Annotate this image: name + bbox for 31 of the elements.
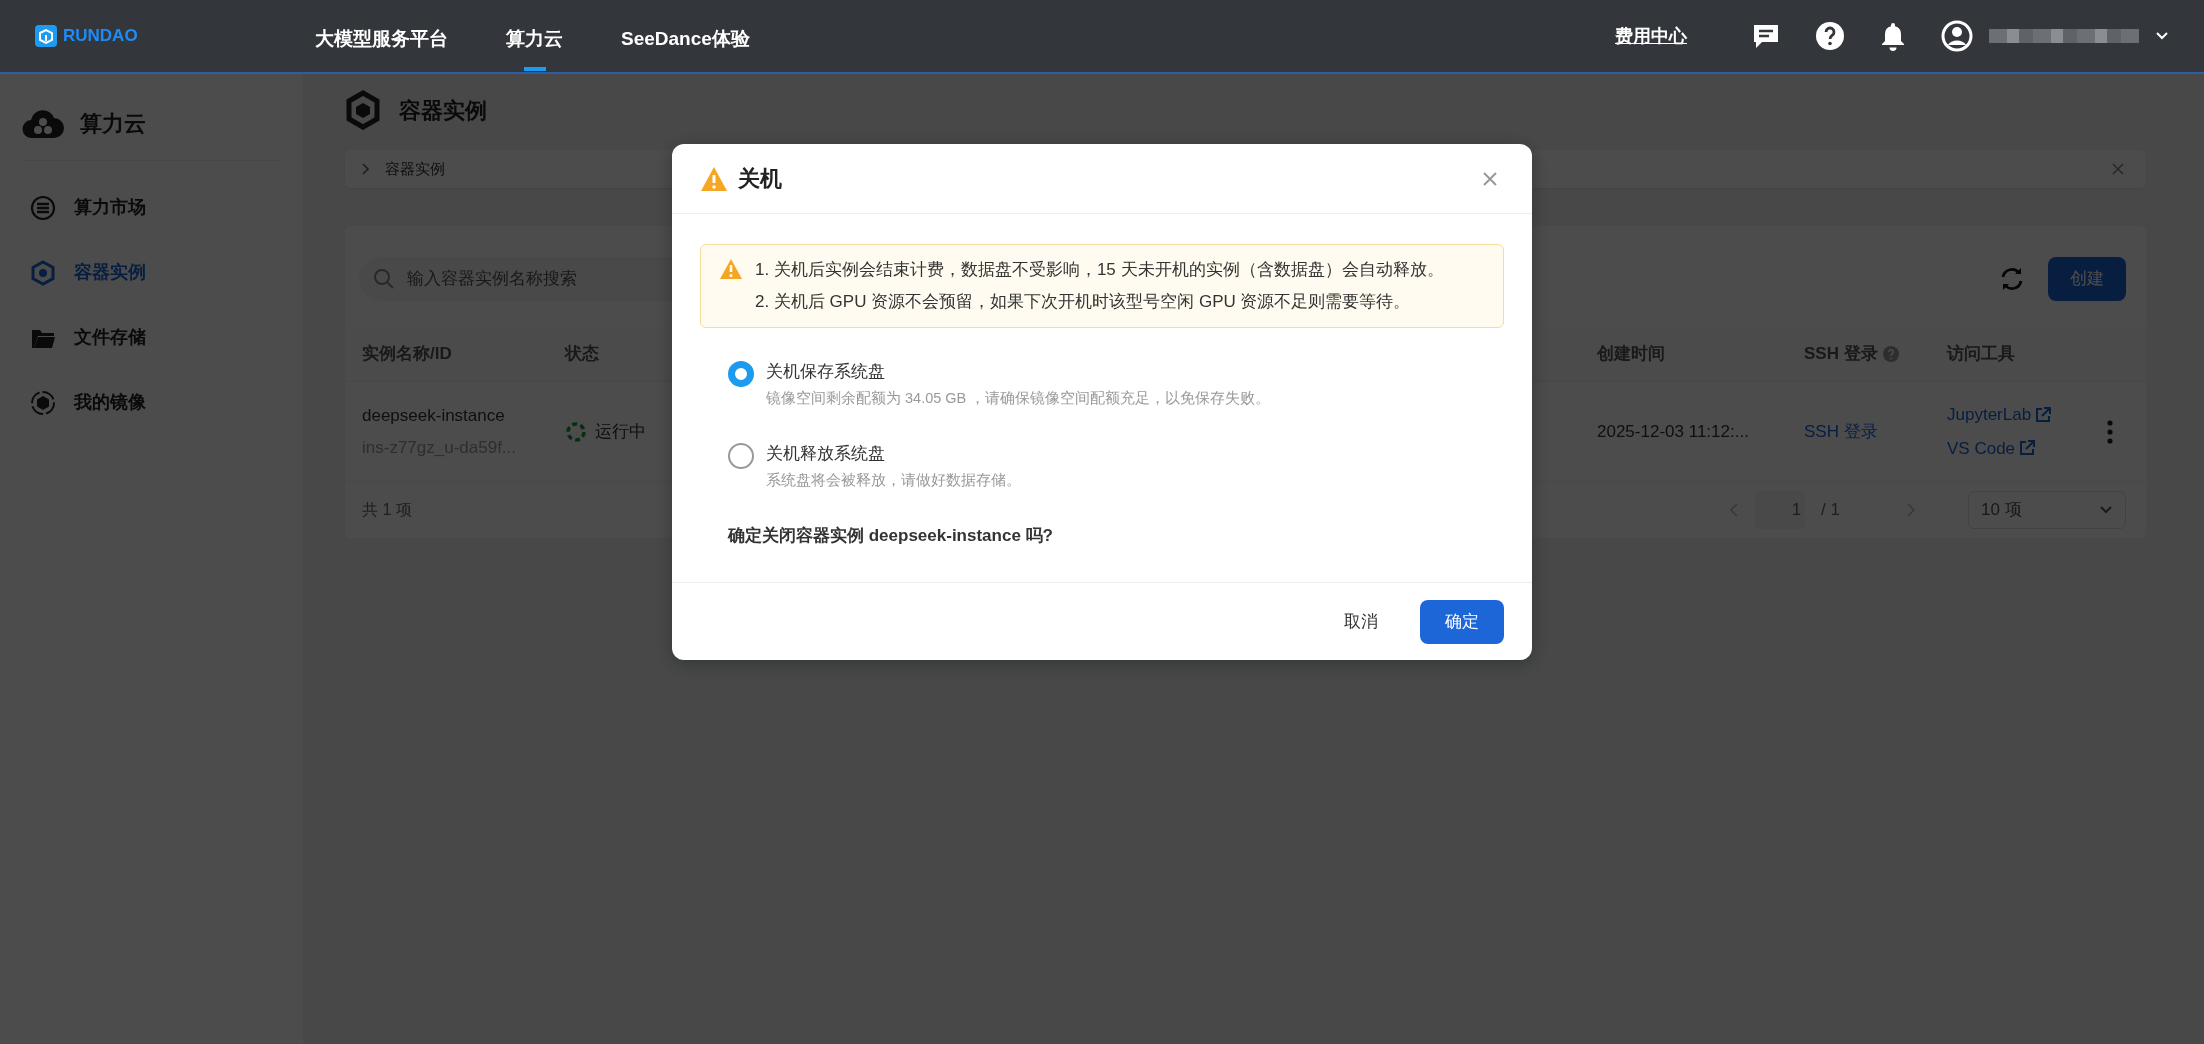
- nav-tab[interactable]: 大模型服务平台: [315, 6, 448, 72]
- status-text: 运行中: [595, 420, 646, 443]
- chevron-down-icon[interactable]: [2155, 31, 2169, 41]
- radio-button[interactable]: [728, 443, 754, 470]
- radio-option[interactable]: 关机保存系统盘 镜像空间剩余配额为 34.05 GB ，请确保镜像空间配额充足，以免保存失败。: [700, 358, 1277, 411]
- avatar-icon[interactable]: [1941, 20, 1973, 52]
- confirm-question: 确定关闭容器实例 deepseek-instance 吗?: [726, 524, 1054, 547]
- confirm-button[interactable]: 确定: [1420, 599, 1504, 644]
- logo-text: RUNDAO: [63, 25, 138, 48]
- radio-option[interactable]: 关机释放系统盘 系统盘将会被释放，请做好数据存储。: [700, 440, 1027, 493]
- notification-icon[interactable]: [1879, 21, 1907, 51]
- option-description: 镜像空间剩余配额为 34.05 GB ，请确保镜像空间配额充足，以免保存失败。: [766, 388, 1271, 408]
- option-description: 系统盘将会被释放，请做好数据存储。: [766, 470, 1021, 490]
- option-label: 关机保存系统盘: [766, 361, 886, 383]
- logo-icon: [35, 25, 57, 47]
- instance-name: deepseek-instance: [362, 405, 506, 427]
- created-time: 2025-12-03 11:12:...: [1597, 421, 1749, 441]
- nav-tab[interactable]: SeeDance体验: [621, 6, 750, 72]
- notice-text: 1. 关机后实例会结束计费，数据盘不受影响，15 天未开机的实例（含数据盘）会自动释放。: [755, 259, 1445, 281]
- sidebar-title: 算力云: [80, 109, 146, 138]
- help-icon[interactable]: [1815, 21, 1845, 51]
- warning-icon: [700, 165, 728, 192]
- option-label: 关机释放系统盘: [766, 443, 886, 466]
- page-title: 容器实例: [399, 96, 487, 125]
- dialog-title: 关机: [738, 165, 782, 193]
- ssh-login-link[interactable]: SSH 登录: [1804, 421, 1878, 441]
- radio-button[interactable]: [728, 361, 754, 387]
- cancel-button[interactable]: 取消: [1324, 598, 1398, 645]
- notice-text: 2. 关机后 GPU 资源不会预留，如果下次开机时该型号空闲 GPU 资源不足则需要等待。: [755, 291, 1412, 313]
- warning-icon: [719, 258, 743, 280]
- cost-center-link[interactable]: 费用中心: [1615, 22, 1687, 50]
